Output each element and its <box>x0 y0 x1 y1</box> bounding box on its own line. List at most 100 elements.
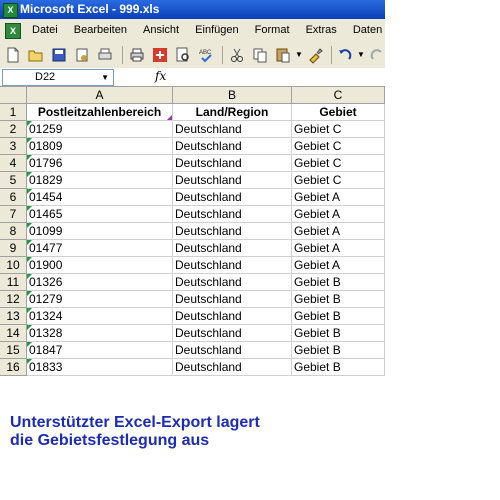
cell-c[interactable]: Gebiet B <box>292 342 385 359</box>
cell-c[interactable]: Gebiet A <box>292 206 385 223</box>
copy-icon[interactable] <box>251 46 269 64</box>
number-as-text-indicator-icon[interactable] <box>27 138 32 143</box>
preview-icon[interactable] <box>174 46 192 64</box>
new-icon[interactable] <box>4 46 22 64</box>
row-header[interactable]: 16 <box>0 359 27 376</box>
paste-icon[interactable] <box>274 46 292 64</box>
undo-dropdown-icon[interactable]: ▼ <box>357 50 365 59</box>
cell-a[interactable]: 01259 <box>27 121 173 138</box>
number-as-text-indicator-icon[interactable] <box>27 189 32 194</box>
paste-dropdown-icon[interactable]: ▼ <box>295 50 303 59</box>
row-header[interactable]: 8 <box>0 223 27 240</box>
number-as-text-indicator-icon[interactable] <box>27 359 32 364</box>
cell-a[interactable]: 01324 <box>27 308 173 325</box>
cell-c[interactable]: Gebiet C <box>292 155 385 172</box>
cell-a[interactable]: 01829 <box>27 172 173 189</box>
cell-a[interactable]: 01465 <box>27 206 173 223</box>
cell-c[interactable]: Gebiet C <box>292 121 385 138</box>
menu-daten[interactable]: Daten <box>353 19 382 42</box>
row-header[interactable]: 12 <box>0 291 27 308</box>
print-preview-icon[interactable] <box>96 46 114 64</box>
cell-b[interactable]: Deutschland <box>173 342 292 359</box>
row-header[interactable]: 9 <box>0 240 27 257</box>
cell-c[interactable]: Gebiet B <box>292 308 385 325</box>
header-cell-a[interactable]: Postleitzahlenbereich <box>27 104 173 121</box>
header-cell-c[interactable]: Gebiet <box>292 104 385 121</box>
cell-c[interactable]: Gebiet A <box>292 257 385 274</box>
column-header-a[interactable]: A <box>27 87 173 104</box>
format-painter-icon[interactable] <box>306 46 324 64</box>
cell-a[interactable]: 01454 <box>27 189 173 206</box>
redo-icon[interactable] <box>368 46 385 64</box>
cell-c[interactable]: Gebiet C <box>292 138 385 155</box>
menu-extras[interactable]: Extras <box>306 19 337 42</box>
row-header[interactable]: 3 <box>0 138 27 155</box>
row-header[interactable]: 11 <box>0 274 27 291</box>
cell-c[interactable]: Gebiet B <box>292 359 385 376</box>
column-header-c[interactable]: C <box>292 87 385 104</box>
menu-format[interactable]: Format <box>255 19 290 42</box>
cell-b[interactable]: Deutschland <box>173 172 292 189</box>
menu-ansicht[interactable]: Ansicht <box>143 19 179 42</box>
column-header-b[interactable]: B <box>173 87 292 104</box>
cell-a[interactable]: 01326 <box>27 274 173 291</box>
cell-a[interactable]: 01279 <box>27 291 173 308</box>
name-box[interactable]: D22 ▼ <box>2 69 114 86</box>
cell-b[interactable]: Deutschland <box>173 155 292 172</box>
cell-c[interactable]: Gebiet B <box>292 274 385 291</box>
row-header[interactable]: 6 <box>0 189 27 206</box>
cell-a[interactable]: 01833 <box>27 359 173 376</box>
cell-a[interactable]: 01809 <box>27 138 173 155</box>
row-header[interactable]: 5 <box>0 172 27 189</box>
permission-icon[interactable] <box>73 46 91 64</box>
name-box-dropdown-icon[interactable]: ▼ <box>101 70 109 85</box>
row-header[interactable]: 1 <box>0 104 27 121</box>
research-icon[interactable] <box>151 46 169 64</box>
row-header[interactable]: 14 <box>0 325 27 342</box>
number-as-text-indicator-icon[interactable] <box>27 155 32 160</box>
undo-icon[interactable] <box>336 46 354 64</box>
open-icon[interactable] <box>27 46 45 64</box>
cell-c[interactable]: Gebiet A <box>292 240 385 257</box>
menu-einfuegen[interactable]: Einfügen <box>195 19 238 42</box>
number-as-text-indicator-icon[interactable] <box>27 223 32 228</box>
cell-a[interactable]: 01900 <box>27 257 173 274</box>
number-as-text-indicator-icon[interactable] <box>27 121 32 126</box>
number-as-text-indicator-icon[interactable] <box>27 291 32 296</box>
cell-c[interactable]: Gebiet B <box>292 325 385 342</box>
insert-function-icon[interactable]: fx <box>155 69 166 84</box>
number-as-text-indicator-icon[interactable] <box>27 206 32 211</box>
cell-c[interactable]: Gebiet A <box>292 223 385 240</box>
cell-b[interactable]: Deutschland <box>173 308 292 325</box>
workbook-icon[interactable]: X <box>5 23 21 39</box>
cell-b[interactable]: Deutschland <box>173 291 292 308</box>
cell-a[interactable]: 01847 <box>27 342 173 359</box>
number-as-text-indicator-icon[interactable] <box>27 240 32 245</box>
header-cell-b[interactable]: Land/Region <box>173 104 292 121</box>
number-as-text-indicator-icon[interactable] <box>27 172 32 177</box>
number-as-text-indicator-icon[interactable] <box>27 257 32 262</box>
menu-bearbeiten[interactable]: Bearbeiten <box>74 19 127 42</box>
cell-b[interactable]: Deutschland <box>173 274 292 291</box>
cell-a[interactable]: 01477 <box>27 240 173 257</box>
cell-b[interactable]: Deutschland <box>173 223 292 240</box>
row-header[interactable]: 13 <box>0 308 27 325</box>
menu-datei[interactable]: Datei <box>32 19 58 42</box>
row-header[interactable]: 15 <box>0 342 27 359</box>
cell-b[interactable]: Deutschland <box>173 138 292 155</box>
cell-b[interactable]: Deutschland <box>173 325 292 342</box>
cell-b[interactable]: Deutschland <box>173 121 292 138</box>
row-header[interactable]: 4 <box>0 155 27 172</box>
number-as-text-indicator-icon[interactable] <box>27 342 32 347</box>
row-header[interactable]: 10 <box>0 257 27 274</box>
number-as-text-indicator-icon[interactable] <box>27 274 32 279</box>
cell-c[interactable]: Gebiet A <box>292 189 385 206</box>
spellcheck-icon[interactable]: ABC <box>197 46 215 64</box>
excel-app-icon[interactable]: X <box>3 3 18 18</box>
cell-b[interactable]: Deutschland <box>173 240 292 257</box>
print-icon[interactable] <box>128 46 146 64</box>
number-as-text-indicator-icon[interactable] <box>27 325 32 330</box>
cell-a[interactable]: 01796 <box>27 155 173 172</box>
cell-c[interactable]: Gebiet C <box>292 172 385 189</box>
cell-b[interactable]: Deutschland <box>173 206 292 223</box>
